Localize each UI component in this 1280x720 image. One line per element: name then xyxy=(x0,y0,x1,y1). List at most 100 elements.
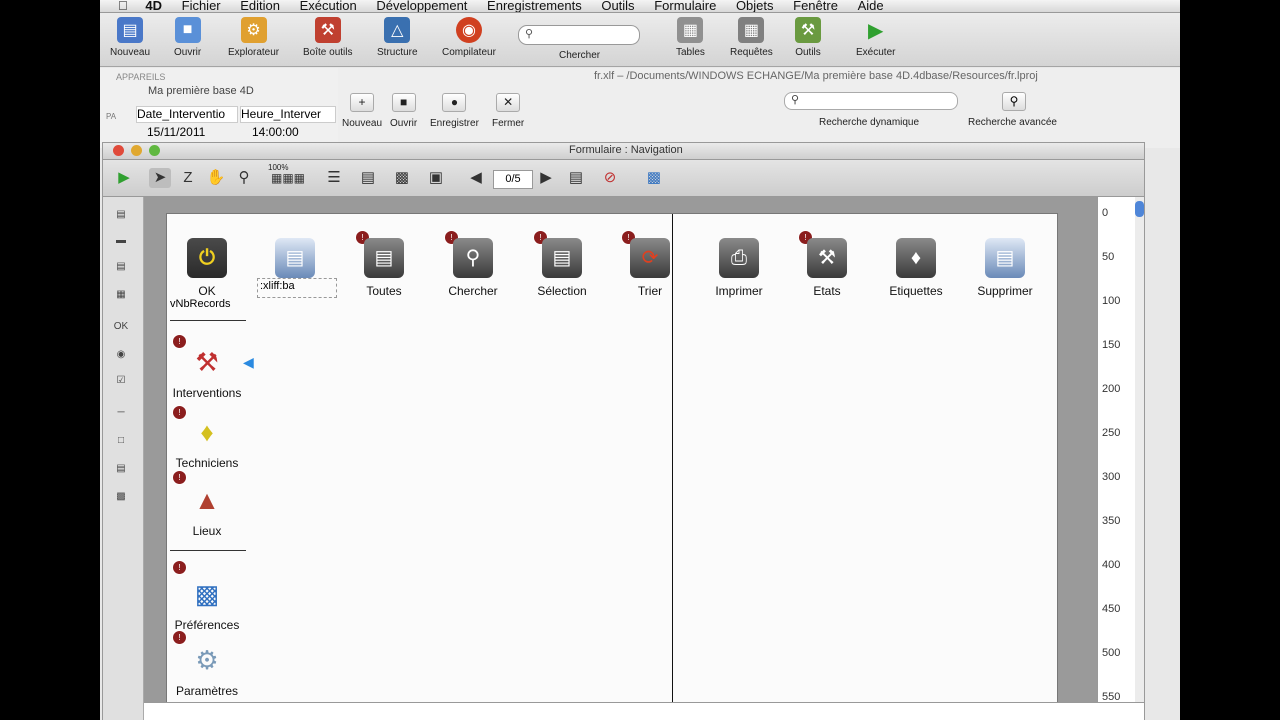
vertical-ruler: 0 50 100 150 200 250 300 350 400 450 500… xyxy=(1097,197,1136,703)
xliff-enregistrer-button[interactable]: ● Enregistrer xyxy=(430,93,479,129)
line-tool-icon[interactable]: ─ xyxy=(111,407,131,419)
search-input[interactable]: ⚲ xyxy=(518,25,640,45)
no-entry-icon[interactable]: ⊘ xyxy=(599,168,621,188)
plugin-tool-icon[interactable]: ▩ xyxy=(111,491,131,503)
labels-icon: ♦ xyxy=(896,238,936,278)
boite-outils-button[interactable]: ⚒ Boîte outils xyxy=(303,17,352,58)
vertical-scrollbar[interactable] xyxy=(1135,197,1144,702)
search-icon: ⚲ xyxy=(525,28,534,40)
side-button-lieux[interactable]: ▲ Lieux xyxy=(167,480,247,538)
nav-button-trier[interactable]: ⟳ Trier xyxy=(615,238,685,298)
printer-icon: ⎙ xyxy=(719,238,759,278)
vnbrecords-variable[interactable]: vNbRecords xyxy=(170,298,231,310)
column-header-date[interactable]: Date_Interventio xyxy=(136,106,238,123)
explorateur-button[interactable]: ⚙ Explorateur xyxy=(228,17,279,58)
nav-button-etats[interactable]: ⚒ Etats xyxy=(792,238,862,298)
close-window-icon[interactable] xyxy=(113,145,124,156)
align-icon[interactable]: ☰ xyxy=(323,168,345,188)
zoom-window-icon[interactable] xyxy=(149,145,160,156)
executer-button[interactable]: ▶ Exécuter xyxy=(856,17,895,59)
xliff-path: fr.xlf – /Documents/WINDOWS ECHANGE/Ma p… xyxy=(594,70,1038,82)
nav-button-toutes[interactable]: ▤ Toutes xyxy=(349,238,419,298)
radio-tool-icon[interactable]: ◉ xyxy=(111,349,131,361)
menu-formulaire[interactable]: Formulaire xyxy=(654,0,716,12)
nav-button-chercher[interactable]: ⚲ Chercher xyxy=(438,238,508,298)
ruler-tick: 400 xyxy=(1102,559,1121,571)
side-button-parametres[interactable]: ⚙ Paramètres xyxy=(167,640,247,698)
xliff-label-text[interactable]: :xliff:ba xyxy=(260,280,295,292)
minimize-window-icon[interactable] xyxy=(131,145,142,156)
cell-heure[interactable]: 14:00:00 xyxy=(252,125,299,139)
splitter-tool-icon[interactable]: ▤ xyxy=(111,463,131,475)
compilateur-button[interactable]: ◉ Compilateur xyxy=(442,17,496,58)
zoom-icon[interactable]: ⚲ xyxy=(233,168,255,188)
list-tool-icon[interactable]: ▤ xyxy=(111,261,131,273)
next-page-icon[interactable]: ▶ xyxy=(535,168,557,188)
form-page[interactable]: ⏻ OK vNbRecords ▤ :xliff:ba ! ▤ Toutes ! ⚲… xyxy=(166,213,1058,703)
outils-button[interactable]: ⚒ Outils xyxy=(795,17,821,58)
main-toolbar: ▤ Nouveau ■ Ouvrir ⚙ Explorateur ⚒ Boîte out… xyxy=(100,13,1180,67)
column-header-heure[interactable]: Heure_Interver xyxy=(240,106,336,123)
field-tool-icon[interactable]: ▬ xyxy=(111,235,131,247)
page-indicator[interactable]: 0/5 xyxy=(493,170,533,189)
structure-button[interactable]: △ Structure xyxy=(377,17,418,58)
requetes-button[interactable]: ▦ Requêtes xyxy=(730,17,773,58)
badge-icon: ! xyxy=(172,560,187,575)
tables-icon: ▦ xyxy=(677,17,704,43)
page-views-icon[interactable]: ▦▦▦ xyxy=(263,168,313,188)
page-list-icon[interactable]: ▤ xyxy=(565,168,587,188)
xliff-ouvrir-button[interactable]: ■ Ouvrir xyxy=(390,93,417,129)
nav-button-etiquettes[interactable]: ♦ Etiquettes xyxy=(881,238,951,298)
side-button-interventions[interactable]: ⚒ Interventions xyxy=(167,342,247,400)
checkbox-tool-icon[interactable]: ☑ xyxy=(111,375,131,387)
menu-objets[interactable]: Objets xyxy=(736,0,774,12)
run-form-icon[interactable]: ▶ xyxy=(113,168,135,188)
ruler-tick: 0 xyxy=(1102,207,1109,219)
nav-button-selection[interactable]: ▤ Sélection xyxy=(527,238,597,298)
scroll-thumb[interactable] xyxy=(1135,201,1144,217)
menu-app[interactable]: 4D xyxy=(145,0,162,12)
ruler-tick: 50 xyxy=(1102,251,1115,263)
menu-developpement[interactable]: Développement xyxy=(376,0,467,12)
hand-icon[interactable]: ✋ xyxy=(205,168,227,188)
nouveau-button[interactable]: ▤ Nouveau xyxy=(110,17,150,58)
text-tool-icon[interactable]: ▤ xyxy=(111,209,131,221)
side-button-preferences[interactable]: ▩ Préférences xyxy=(167,574,247,632)
nav-button-ok[interactable]: ⏻ OK xyxy=(172,238,242,298)
combo-tool-icon[interactable]: ▦ xyxy=(111,289,131,301)
separator-line xyxy=(170,320,246,321)
ouvrir-button[interactable]: ■ Ouvrir xyxy=(174,17,201,58)
rectangle-tool-icon[interactable]: □ xyxy=(111,435,131,447)
nav-button-supprimer[interactable]: ▤ Supprimer xyxy=(970,238,1040,298)
xliff-nouveau-button[interactable]: + Nouveau xyxy=(342,93,382,129)
entry-order-icon[interactable]: Z xyxy=(177,168,199,188)
cell-date[interactable]: 15/11/2011 xyxy=(147,125,205,139)
arrow-tool-icon[interactable]: ➤ xyxy=(149,168,171,188)
menu-edition[interactable]: Edition xyxy=(240,0,280,12)
xliff-fermer-button[interactable]: ✕ Fermer xyxy=(492,93,524,129)
nav-button-imprimer[interactable]: ⎙ Imprimer xyxy=(704,238,774,298)
distribute-icon[interactable]: ▤ xyxy=(357,168,379,188)
layer-icon[interactable]: ▩ xyxy=(391,168,413,188)
search-icon: ⚲ xyxy=(1009,94,1019,108)
close-icon: ✕ xyxy=(496,93,521,112)
side-button-techniciens[interactable]: ♦ Techniciens xyxy=(167,412,247,470)
form-canvas[interactable]: ⏻ OK vNbRecords ▤ :xliff:ba ! ▤ Toutes ! ⚲… xyxy=(144,197,1097,703)
button-tool-icon[interactable]: OK xyxy=(111,321,131,333)
menu-execution[interactable]: Exécution xyxy=(300,0,357,12)
apple-icon[interactable]:  xyxy=(118,0,128,12)
menu-outils[interactable]: Outils xyxy=(601,0,634,12)
previous-page-icon[interactable]: ◀ xyxy=(465,168,487,188)
menu-aide[interactable]: Aide xyxy=(858,0,884,12)
compiler-icon: ◉ xyxy=(455,17,482,43)
chart-icon[interactable]: ▩ xyxy=(643,168,665,188)
menu-fenetre[interactable]: Fenêtre xyxy=(793,0,838,12)
dynamic-search-input[interactable]: ⚲ xyxy=(784,92,958,110)
group-icon[interactable]: ▣ xyxy=(425,168,447,188)
separator-line xyxy=(170,550,246,551)
menu-enregistrements[interactable]: Enregistrements xyxy=(487,0,582,12)
tools-icon: ⚒ xyxy=(795,17,821,43)
advanced-search-button[interactable]: ⚲ xyxy=(1002,92,1026,111)
tables-button[interactable]: ▦ Tables xyxy=(676,17,705,58)
menu-fichier[interactable]: Fichier xyxy=(182,0,221,12)
